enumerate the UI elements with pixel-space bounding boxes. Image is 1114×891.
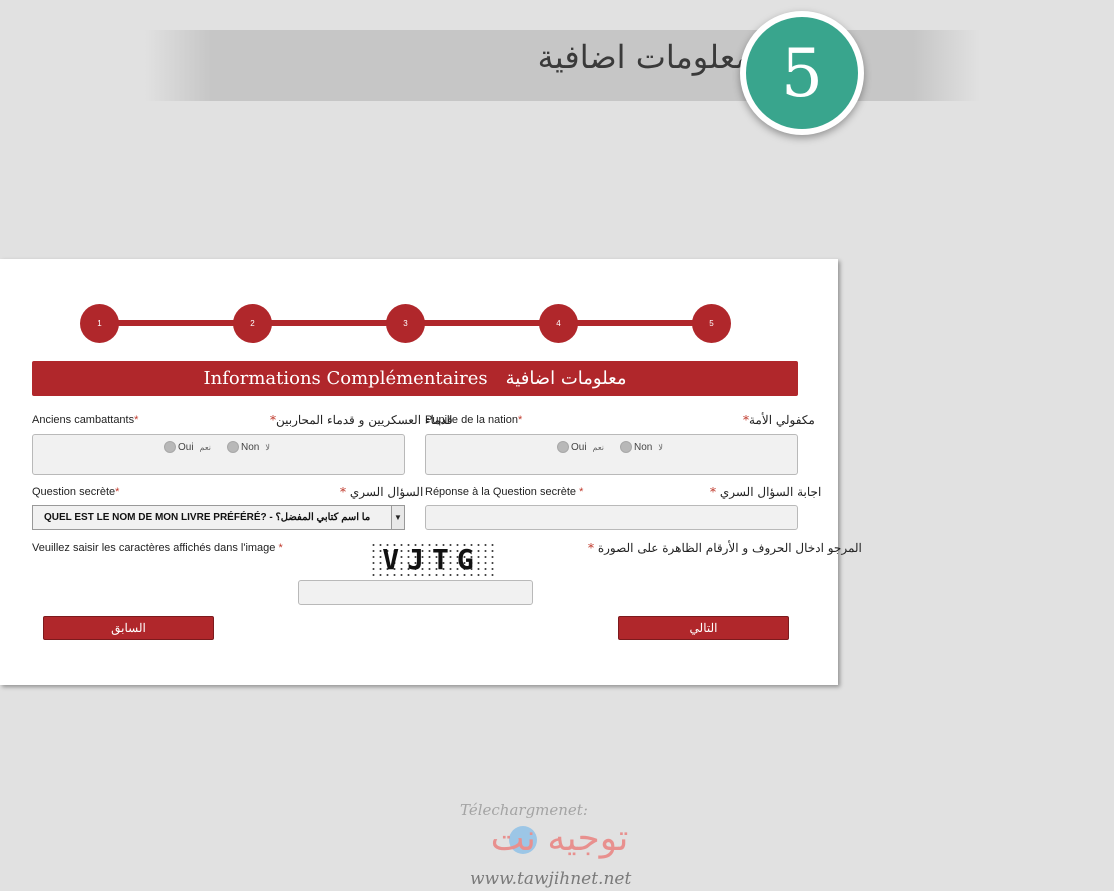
non-label-ar: لا [658, 442, 663, 452]
oui-label-ar: نعم [199, 442, 211, 452]
pupille-label-fr-text: Pupille de la nation [425, 414, 518, 426]
required-mark: * [278, 542, 283, 554]
pupille-non-option[interactable]: Non لا [620, 441, 663, 453]
non-label: Non [634, 441, 653, 453]
required-mark: * [588, 541, 594, 555]
oui-label-ar: نعم [592, 442, 604, 452]
radio-oui-pupille[interactable] [557, 441, 569, 453]
oui-label: Oui [178, 441, 194, 453]
watermark-logo-text: توجيه نت [490, 818, 629, 859]
watermark-url: www.tawjihnet.net [470, 869, 632, 889]
reponse-input[interactable] [425, 505, 798, 530]
radio-oui-anciens[interactable] [164, 441, 176, 453]
pupille-label-ar: مكفولي الأمة* [743, 413, 815, 427]
pupille-label-fr: Pupille de la nation* [425, 414, 522, 426]
step-4[interactable]: 4 [539, 304, 578, 343]
reponse-label-fr-text: Réponse à la Question secrète [425, 486, 577, 498]
section-header: Informations Complémentaires معلومات اضا… [32, 361, 798, 396]
radio-non-pupille[interactable] [620, 441, 632, 453]
pupille-oui-option[interactable]: Oui نعم [557, 441, 604, 453]
captcha-image: VJTG [370, 542, 494, 578]
reponse-label-ar: اجابة السؤال السري * [710, 485, 821, 499]
reponse-label-fr: Réponse à la Question secrète * [425, 486, 583, 498]
question-label-ar: السؤال السري * [340, 485, 423, 499]
required-mark: * [710, 485, 716, 499]
pupille-radio-group: Oui نعم Non لا [425, 434, 798, 475]
anciens-label-fr: Anciens cambattants* [32, 414, 138, 426]
step-1[interactable]: 1 [80, 304, 119, 343]
required-mark: * [340, 485, 346, 499]
previous-button[interactable]: السابق [43, 616, 214, 640]
question-label-fr: Question secrète* [32, 486, 119, 498]
required-mark: * [134, 414, 139, 426]
question-label-fr-text: Question secrète [32, 486, 116, 498]
captcha-label-ar: المرجو ادخال الحروف و الأرقام الظاهرة عل… [588, 541, 862, 555]
progress-stepper: 1 2 3 4 5 [80, 304, 731, 343]
step-number-badge: 5 [740, 11, 864, 135]
anciens-radio-group: Oui نعم Non لا [32, 434, 405, 475]
step-5[interactable]: 5 [692, 304, 731, 343]
radio-non-anciens[interactable] [227, 441, 239, 453]
non-label-ar: لا [265, 442, 270, 452]
question-select[interactable]: QUEL EST LE NOM DE MON LIVRE PRÉFÉRÉ? - … [32, 505, 405, 530]
pupille-label-ar-text: مكفولي الأمة [749, 413, 815, 427]
required-mark: * [115, 486, 120, 498]
oui-label: Oui [571, 441, 587, 453]
step-3[interactable]: 3 [386, 304, 425, 343]
watermark-logo: توجيه نت [457, 818, 662, 868]
reponse-label-ar-text: اجابة السؤال السري [719, 485, 822, 499]
question-label-ar-text: السؤال السري [349, 485, 424, 499]
captcha-input[interactable] [298, 580, 533, 605]
anciens-non-option[interactable]: Non لا [227, 441, 270, 453]
captcha-label-fr: Veuillez saisir les caractères affichés … [32, 542, 283, 554]
required-mark: * [517, 414, 523, 426]
required-mark: * [579, 486, 584, 498]
anciens-label-fr-text: Anciens cambattants [32, 414, 135, 426]
step-2[interactable]: 2 [233, 304, 272, 343]
non-label: Non [241, 441, 260, 453]
anciens-oui-option[interactable]: Oui نعم [164, 441, 211, 453]
chevron-down-icon[interactable]: ▼ [391, 506, 404, 529]
question-selected-value: QUEL EST LE NOM DE MON LIVRE PRÉFÉRÉ? - … [44, 512, 371, 523]
watermark-caption: Télechargmenet: [460, 801, 588, 819]
captcha-label-ar-text: المرجو ادخال الحروف و الأرقام الظاهرة عل… [597, 541, 862, 555]
section-title-ar: معلومات اضافية [505, 368, 627, 389]
form-card: 1 2 3 4 5 Informations Complémentaires م… [0, 259, 862, 685]
section-title-fr: Informations Complémentaires [203, 368, 488, 389]
next-button[interactable]: التالي [618, 616, 789, 640]
captcha-label-fr-text: Veuillez saisir les caractères affichés … [32, 542, 276, 554]
